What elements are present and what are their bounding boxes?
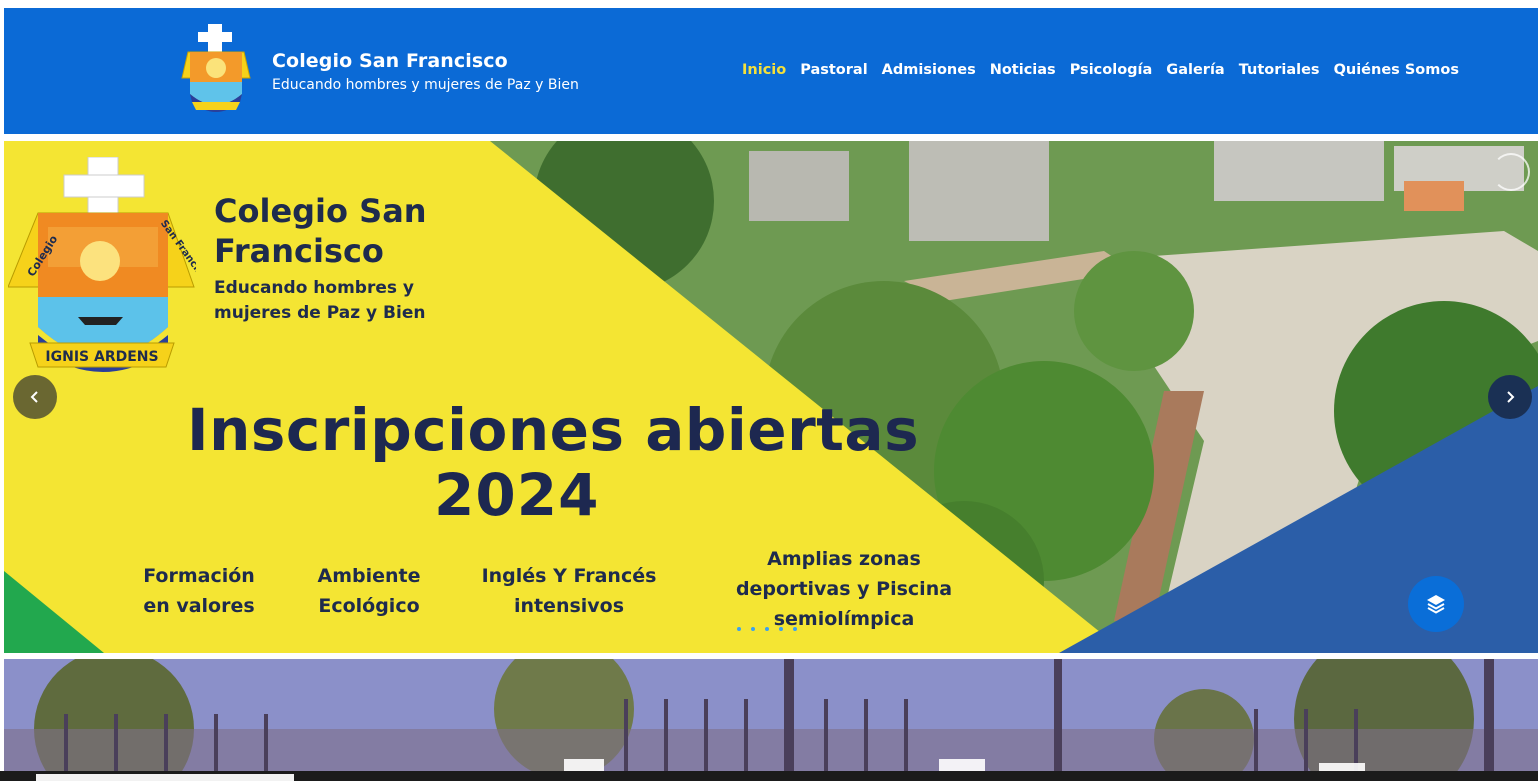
layers-icon — [1427, 595, 1445, 614]
feature-values: Formación en valores — [143, 565, 255, 617]
slide-tagline: Educando hombres y mujeres de Paz y Bien — [214, 278, 426, 323]
site-header: Colegio San Francisco Educando hombres y… — [4, 8, 1538, 134]
chevron-right-icon — [1507, 391, 1515, 403]
slider-dot[interactable] — [793, 627, 797, 631]
browser-bottom-bar — [0, 771, 1538, 781]
nav-item-galeria[interactable]: Galería — [1159, 62, 1231, 78]
nav-item-inicio[interactable]: Inicio — [735, 62, 793, 78]
feature-ecology: Ambiente Ecológico — [317, 565, 421, 617]
slider-next-button[interactable] — [1488, 375, 1532, 419]
nav-item-admisiones[interactable]: Admisiones — [875, 62, 983, 78]
nav-item-tutoriales[interactable]: Tutoriales — [1232, 62, 1327, 78]
slide-school-name: Colegio San Francisco — [214, 192, 427, 270]
scroll-indicator[interactable] — [36, 774, 294, 781]
brand-text: Colegio San Francisco Educando hombres y… — [272, 50, 579, 93]
slider-prev-button[interactable] — [13, 375, 57, 419]
brand[interactable]: Colegio San Francisco Educando hombres y… — [174, 22, 579, 120]
school-crest-large-icon: IGNIS ARDENS Colegio San Francisco — [8, 157, 196, 372]
hero-slider: IGNIS ARDENS Colegio San Francisco Coleg… — [4, 141, 1538, 653]
slider-dots — [737, 627, 797, 631]
brand-name: Colegio San Francisco — [272, 49, 508, 72]
loading-spinner-icon — [1492, 153, 1530, 191]
school-crest-icon — [181, 24, 251, 112]
crest-motto: IGNIS ARDENS — [45, 349, 158, 365]
chevron-left-icon — [30, 391, 38, 403]
campus-banner — [4, 659, 1538, 771]
slider-dot[interactable] — [765, 627, 769, 631]
feature-languages: Inglés Y Francés intensivos — [481, 565, 657, 617]
main-nav: Inicio Pastoral Admisiones Noticias Psic… — [735, 62, 1466, 78]
layers-button[interactable] — [1408, 576, 1464, 632]
slide-year: 2024 — [434, 461, 600, 529]
slider-dot[interactable] — [737, 627, 741, 631]
nav-item-quienes-somos[interactable]: Quiénes Somos — [1327, 62, 1466, 78]
slider-dot[interactable] — [751, 627, 755, 631]
nav-item-noticias[interactable]: Noticias — [983, 62, 1063, 78]
nav-item-pastoral[interactable]: Pastoral — [793, 62, 874, 78]
campus-fence-photo — [4, 659, 1538, 771]
page: Colegio San Francisco Educando hombres y… — [0, 0, 1538, 781]
brand-tagline: Educando hombres y mujeres de Paz y Bien — [272, 76, 579, 93]
nav-item-psicologia[interactable]: Psicología — [1063, 62, 1160, 78]
feature-sports: Amplias zonas deportivas y Piscina semio… — [735, 548, 953, 630]
slide-headline: Inscripciones abiertas — [187, 396, 920, 464]
slider-dot[interactable] — [779, 627, 783, 631]
